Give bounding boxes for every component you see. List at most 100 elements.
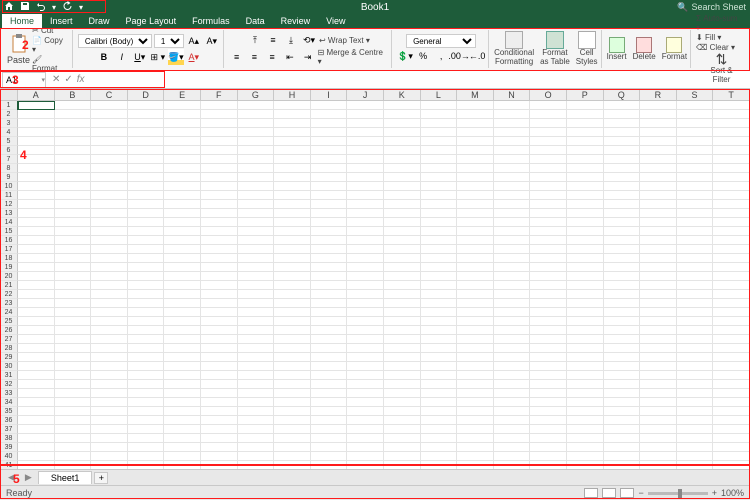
cell[interactable] — [128, 200, 165, 209]
cell[interactable] — [238, 128, 275, 137]
cell[interactable] — [18, 182, 55, 191]
cell[interactable] — [347, 317, 384, 326]
cell[interactable] — [640, 119, 677, 128]
cell[interactable] — [164, 281, 201, 290]
cell[interactable] — [640, 200, 677, 209]
cell[interactable] — [640, 191, 677, 200]
cell[interactable] — [713, 272, 750, 281]
cell[interactable] — [238, 182, 275, 191]
cell[interactable] — [238, 101, 275, 110]
cell[interactable] — [713, 380, 750, 389]
cell[interactable] — [18, 200, 55, 209]
cell[interactable] — [128, 236, 165, 245]
cell[interactable] — [640, 254, 677, 263]
cell[interactable] — [55, 272, 92, 281]
cell[interactable] — [55, 353, 92, 362]
cell[interactable] — [457, 299, 494, 308]
row-header[interactable]: 15 — [0, 227, 18, 236]
cell[interactable] — [18, 353, 55, 362]
cell[interactable] — [128, 290, 165, 299]
increase-indent-button[interactable]: ⇥ — [300, 49, 316, 65]
cell[interactable] — [91, 407, 128, 416]
cell[interactable] — [55, 389, 92, 398]
cell[interactable] — [347, 128, 384, 137]
cell[interactable] — [640, 236, 677, 245]
cell[interactable] — [494, 191, 531, 200]
cell[interactable] — [238, 209, 275, 218]
cell[interactable] — [274, 380, 311, 389]
border-button[interactable]: ⊞ ▾ — [150, 49, 166, 65]
cell[interactable] — [18, 245, 55, 254]
cell[interactable] — [311, 461, 348, 469]
page-break-view-button[interactable] — [620, 488, 634, 498]
cell[interactable] — [347, 182, 384, 191]
cell[interactable] — [91, 110, 128, 119]
align-right-button[interactable]: ≡ — [264, 49, 280, 65]
cell[interactable] — [311, 407, 348, 416]
cell[interactable] — [604, 110, 641, 119]
cell[interactable] — [713, 254, 750, 263]
cell[interactable] — [494, 443, 531, 452]
cell[interactable] — [384, 101, 421, 110]
cell[interactable] — [91, 227, 128, 236]
cell[interactable] — [201, 227, 238, 236]
cell[interactable] — [201, 362, 238, 371]
cell[interactable] — [347, 236, 384, 245]
cell[interactable] — [164, 146, 201, 155]
cell[interactable] — [55, 344, 92, 353]
cell[interactable] — [457, 416, 494, 425]
cell[interactable] — [713, 263, 750, 272]
cell[interactable] — [384, 371, 421, 380]
cell[interactable] — [384, 416, 421, 425]
cell[interactable] — [18, 380, 55, 389]
cell[interactable] — [530, 317, 567, 326]
cell[interactable] — [713, 290, 750, 299]
cell[interactable] — [677, 146, 714, 155]
cell[interactable] — [311, 209, 348, 218]
cell[interactable] — [347, 146, 384, 155]
conditional-formatting-button[interactable]: Conditional Formatting — [494, 31, 534, 67]
cell[interactable] — [91, 344, 128, 353]
cell[interactable] — [128, 326, 165, 335]
cell[interactable] — [238, 137, 275, 146]
underline-button[interactable]: U ▾ — [132, 49, 148, 65]
cell[interactable] — [238, 146, 275, 155]
cell[interactable] — [55, 362, 92, 371]
cell[interactable] — [18, 281, 55, 290]
cell[interactable] — [604, 155, 641, 164]
cell[interactable] — [91, 254, 128, 263]
row-header[interactable]: 9 — [0, 173, 18, 182]
cell[interactable] — [274, 254, 311, 263]
cell[interactable] — [238, 272, 275, 281]
cell[interactable] — [55, 137, 92, 146]
cell[interactable] — [91, 218, 128, 227]
cell[interactable] — [347, 389, 384, 398]
cell[interactable] — [91, 389, 128, 398]
cell[interactable] — [457, 335, 494, 344]
cell[interactable] — [274, 263, 311, 272]
cell[interactable] — [604, 146, 641, 155]
cell[interactable] — [164, 461, 201, 469]
cell[interactable] — [384, 209, 421, 218]
column-header[interactable]: R — [640, 89, 677, 100]
add-sheet-button[interactable]: + — [94, 472, 108, 484]
cell[interactable] — [604, 173, 641, 182]
cell[interactable] — [238, 371, 275, 380]
cell[interactable] — [274, 236, 311, 245]
cell[interactable] — [128, 137, 165, 146]
cell[interactable] — [604, 416, 641, 425]
cell[interactable] — [384, 200, 421, 209]
cell[interactable] — [18, 164, 55, 173]
cell[interactable] — [713, 353, 750, 362]
cell[interactable] — [530, 128, 567, 137]
cell[interactable] — [567, 173, 604, 182]
cell[interactable] — [18, 326, 55, 335]
cell[interactable] — [347, 101, 384, 110]
zoom-in-button[interactable]: + — [712, 488, 717, 498]
cell[interactable] — [311, 137, 348, 146]
cell[interactable] — [311, 155, 348, 164]
cell[interactable] — [55, 155, 92, 164]
cancel-formula-icon[interactable]: ✕ — [52, 74, 60, 85]
cell[interactable] — [201, 182, 238, 191]
cell[interactable] — [713, 245, 750, 254]
